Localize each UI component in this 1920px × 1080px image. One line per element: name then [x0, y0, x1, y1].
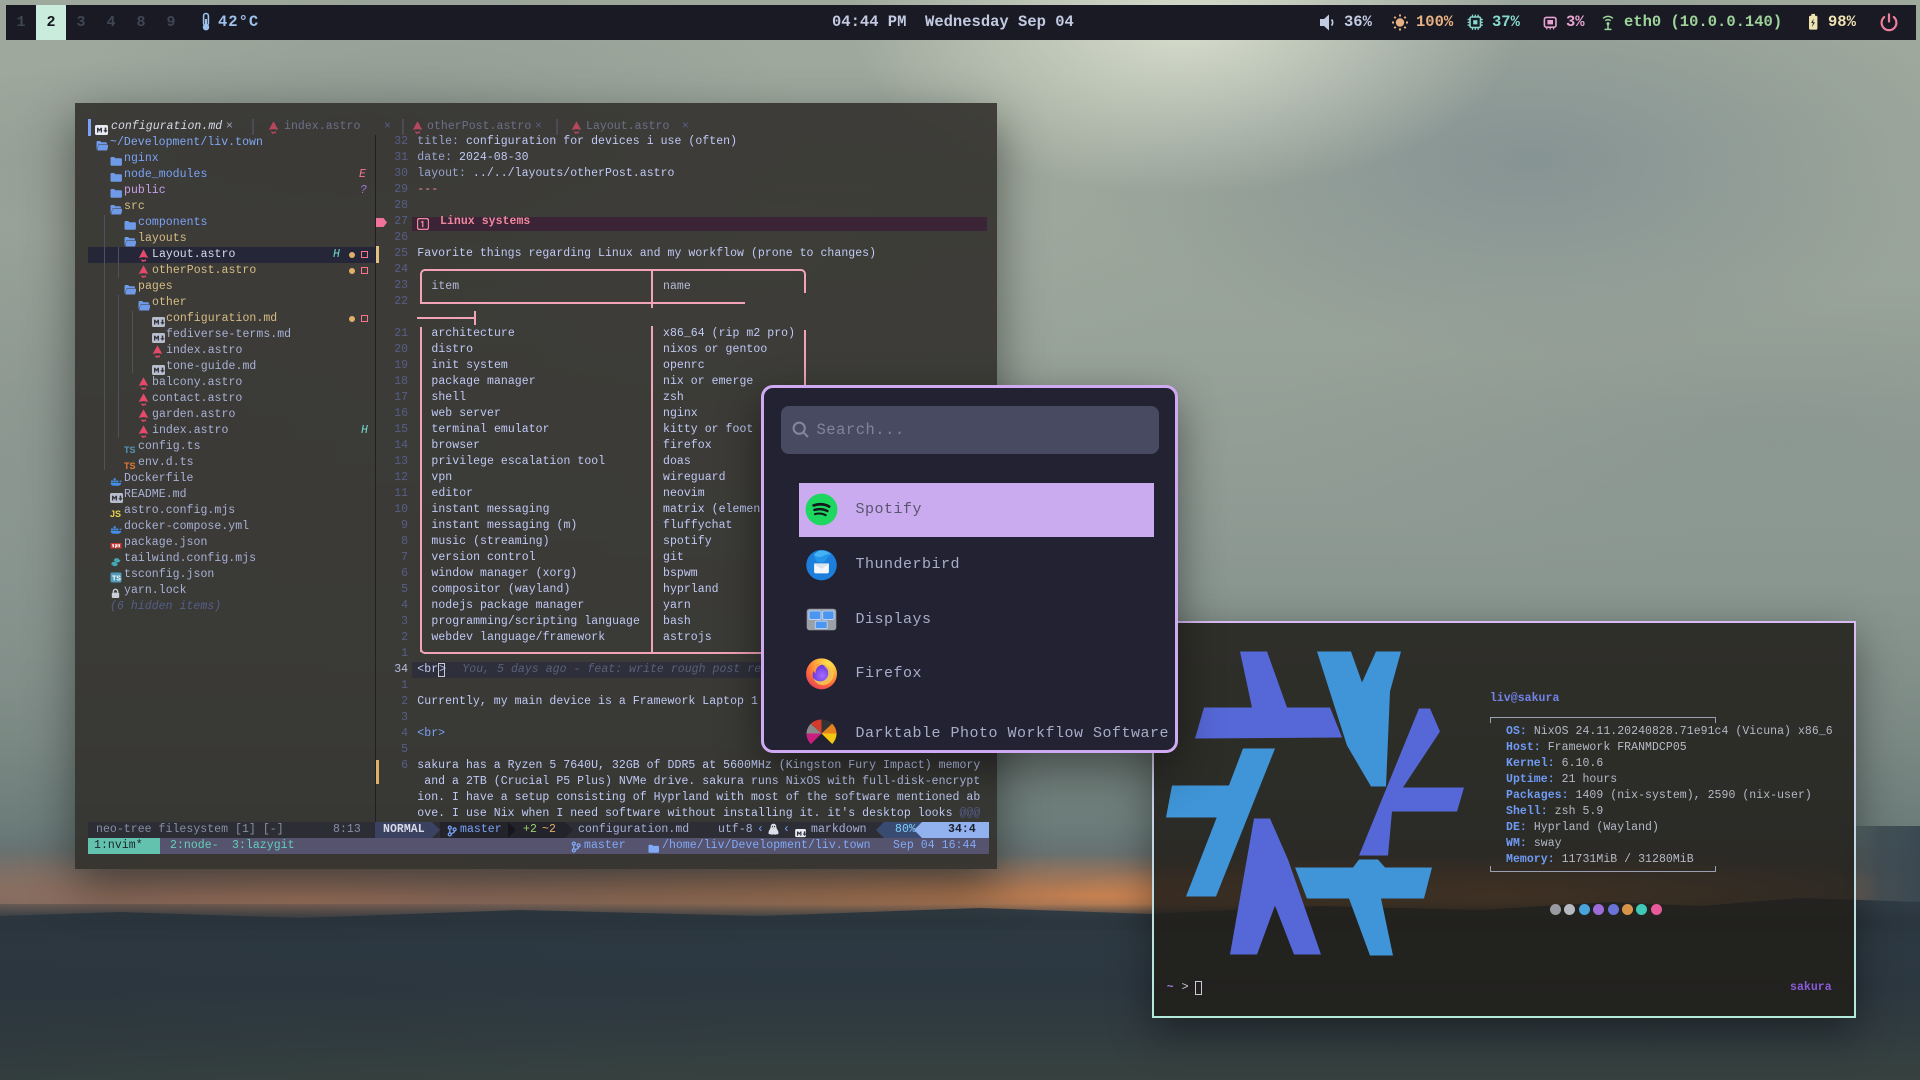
- svg-text:JS: JS: [110, 509, 121, 519]
- svg-text:TS: TS: [124, 461, 136, 471]
- svg-text:TS: TS: [124, 445, 136, 455]
- svg-text:TS: TS: [112, 575, 121, 582]
